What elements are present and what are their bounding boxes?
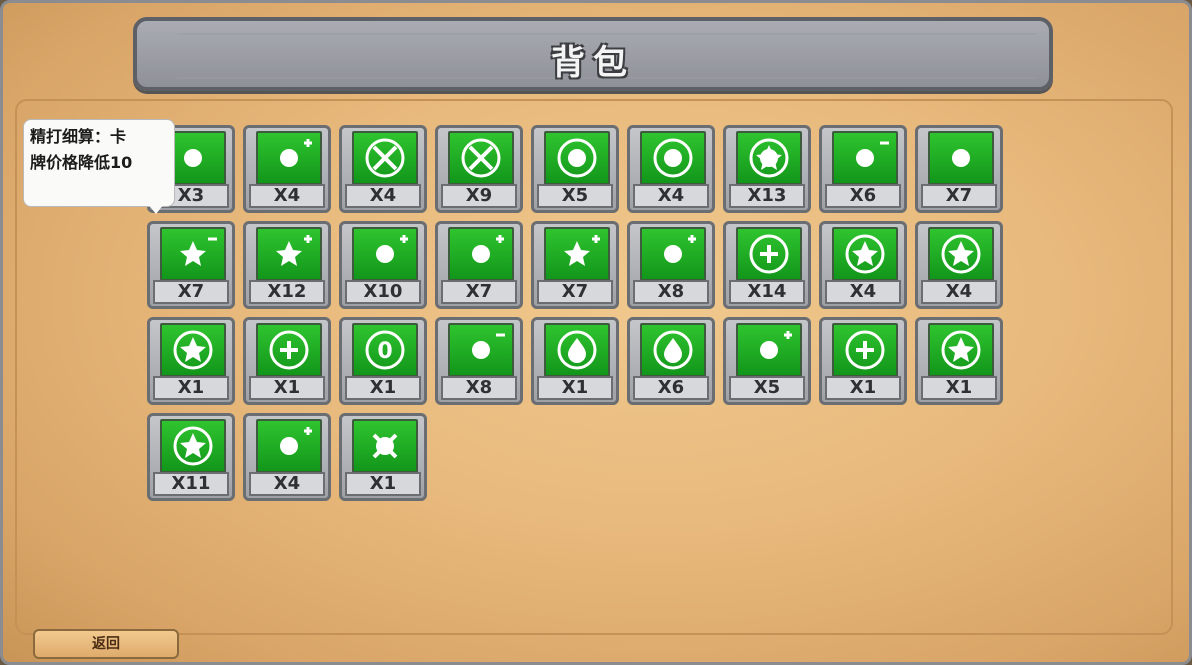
item-quantity: X10 <box>345 280 421 304</box>
item-quantity: X8 <box>633 280 709 304</box>
item-quantity: X5 <box>729 376 805 400</box>
item-quantity: X1 <box>153 376 229 400</box>
fist-plus-icon <box>448 227 514 281</box>
item-quantity: X4 <box>249 472 325 496</box>
item-slot[interactable]: X7 <box>435 221 523 309</box>
item-quantity: X1 <box>537 376 613 400</box>
item-quantity: X1 <box>249 376 325 400</box>
back-button[interactable]: 返回 <box>33 629 179 659</box>
item-slot[interactable]: X7 <box>915 125 1003 213</box>
fang-ring-icon <box>160 323 226 377</box>
item-slot[interactable]: X1 <box>819 317 907 405</box>
cross-target-icon <box>448 131 514 185</box>
tooltip-line-1: 精打细算：卡 <box>30 127 127 146</box>
item-quantity: X4 <box>249 184 325 208</box>
item-slot[interactable]: X5 <box>723 317 811 405</box>
tools-icon <box>352 419 418 473</box>
item-quantity: X7 <box>441 280 517 304</box>
plus-ring-icon <box>256 323 322 377</box>
item-quantity: X7 <box>153 280 229 304</box>
item-slot[interactable]: X9 <box>435 125 523 213</box>
title-banner: 背包 <box>133 17 1053 91</box>
hand-minus-icon <box>832 131 898 185</box>
item-quantity: X9 <box>441 184 517 208</box>
item-quantity: X6 <box>825 184 901 208</box>
fan-ring-icon <box>832 227 898 281</box>
item-slot[interactable]: X1 <box>147 317 235 405</box>
item-quantity: X7 <box>537 280 613 304</box>
fang-ring-icon <box>928 323 994 377</box>
backpack-panel: 背包 X3 X4 X4 X9 X5 X4 X13 X6 X7 X7 X12 X10 X7 X7 X8 X14 X… <box>0 0 1192 665</box>
item-quantity: X12 <box>249 280 325 304</box>
item-quantity: X4 <box>825 280 901 304</box>
apple-plus-icon <box>256 419 322 473</box>
item-tooltip: 精打细算：卡 牌价格降低10 <box>23 119 175 214</box>
tooltip-line-2: 牌价格降低10 <box>30 153 133 172</box>
item-quantity: X4 <box>345 184 421 208</box>
face-ring-icon <box>640 131 706 185</box>
item-slot[interactable]: X5 <box>531 125 619 213</box>
hammer-minus-icon <box>448 323 514 377</box>
zero-ring-icon: 0 <box>352 323 418 377</box>
item-quantity: X1 <box>345 472 421 496</box>
burst-plus-icon <box>256 227 322 281</box>
item-slot[interactable]: X12 <box>243 221 331 309</box>
item-slot[interactable]: X1 <box>531 317 619 405</box>
item-quantity: X4 <box>633 184 709 208</box>
item-quantity: X1 <box>921 376 997 400</box>
fang-ring-icon <box>928 227 994 281</box>
eggs-plus-icon <box>736 323 802 377</box>
page-title: 背包 <box>551 43 635 83</box>
item-quantity: X1 <box>825 376 901 400</box>
item-slot[interactable]: 0 X1 <box>339 317 427 405</box>
svg-text:0: 0 <box>377 339 392 364</box>
face-crown-icon <box>736 131 802 185</box>
item-quantity: X11 <box>153 472 229 496</box>
plus-wave-icon <box>832 323 898 377</box>
item-slot[interactable]: X8 <box>435 317 523 405</box>
item-slot[interactable]: X4 <box>915 221 1003 309</box>
item-slot[interactable]: X7 <box>531 221 619 309</box>
item-quantity: X13 <box>729 184 805 208</box>
bomb-plus-icon <box>352 227 418 281</box>
egg-plus-icon <box>256 131 322 185</box>
item-slot[interactable]: X10 <box>339 221 427 309</box>
item-quantity: X5 <box>537 184 613 208</box>
item-slot[interactable]: X14 <box>723 221 811 309</box>
item-slot[interactable]: X4 <box>339 125 427 213</box>
target-ring-icon <box>352 131 418 185</box>
item-slot[interactable]: X6 <box>627 317 715 405</box>
item-slot[interactable]: X1 <box>915 317 1003 405</box>
tooltip-tail <box>148 204 164 214</box>
item-quantity: X7 <box>921 184 997 208</box>
fang-drop-icon <box>640 323 706 377</box>
item-quantity: X1 <box>345 376 421 400</box>
item-slot[interactable]: X11 <box>147 413 235 501</box>
item-quantity: X14 <box>729 280 805 304</box>
item-slot[interactable]: X1 <box>339 413 427 501</box>
item-slot[interactable]: X4 <box>243 413 331 501</box>
item-slot[interactable]: X13 <box>723 125 811 213</box>
drop-ring-icon <box>544 323 610 377</box>
cards-icon <box>928 131 994 185</box>
item-quantity: X4 <box>921 280 997 304</box>
item-quantity: X8 <box>441 376 517 400</box>
item-slot[interactable]: X7 <box>147 221 235 309</box>
item-slot[interactable]: X4 <box>819 221 907 309</box>
apple-plus-icon <box>640 227 706 281</box>
burst-minus-icon <box>160 227 226 281</box>
creature-swirl-icon <box>544 131 610 185</box>
hedgehog-plus-icon <box>544 227 610 281</box>
item-slot[interactable]: X4 <box>243 125 331 213</box>
item-slot[interactable]: X1 <box>243 317 331 405</box>
burst-ring-icon <box>160 419 226 473</box>
item-slot[interactable]: X4 <box>627 125 715 213</box>
item-slot[interactable]: X6 <box>819 125 907 213</box>
item-quantity: X6 <box>633 376 709 400</box>
heal-ring-icon <box>736 227 802 281</box>
item-slot[interactable]: X8 <box>627 221 715 309</box>
